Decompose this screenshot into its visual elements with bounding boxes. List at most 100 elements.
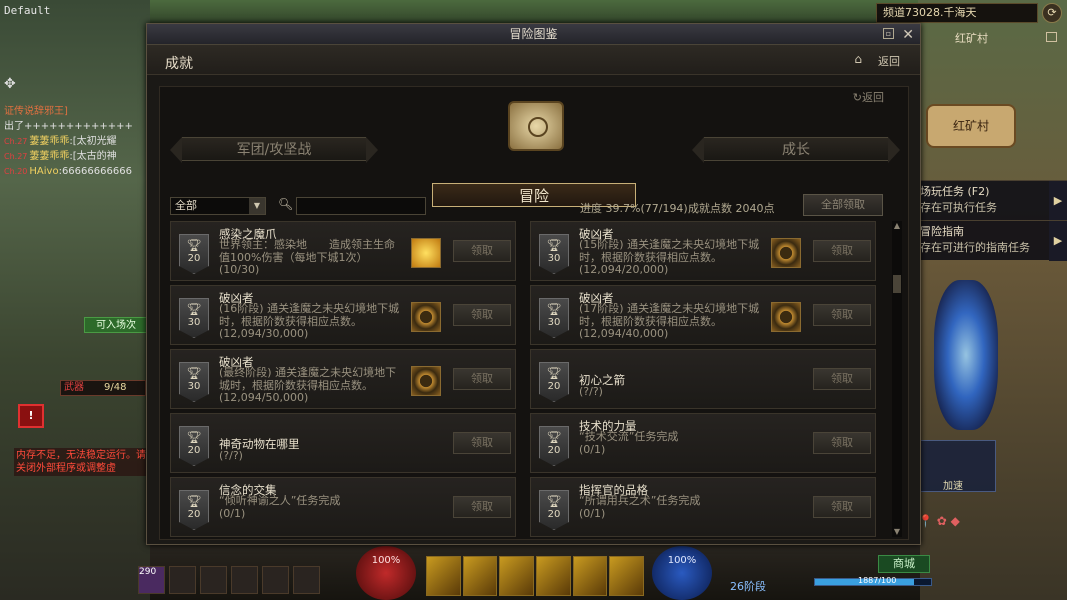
inner-back-button[interactable]: ↻返回 xyxy=(853,89,884,105)
progress-value: 39.7%(77/194) xyxy=(605,202,688,215)
skill-bar[interactable] xyxy=(426,556,645,596)
shop-button[interactable]: 商城 xyxy=(878,555,930,573)
scroll-thumb[interactable] xyxy=(893,275,901,293)
claim-button[interactable]: 领取 xyxy=(813,240,871,262)
chat-sender[interactable]: HAivo xyxy=(29,166,58,177)
achievement-progress: (12,094/20,000) xyxy=(579,263,669,276)
achievement-progress: (12,094/40,000) xyxy=(579,327,669,340)
cup-icon: 🏆︎ xyxy=(186,366,202,380)
category-select[interactable]: 全部 ▼ xyxy=(170,197,266,215)
skill-slot[interactable] xyxy=(609,556,645,596)
potion-slot[interactable] xyxy=(293,566,320,594)
channel-switch-icon[interactable]: ⟳ xyxy=(1042,3,1062,23)
potion-slot[interactable] xyxy=(169,566,196,594)
chat-message: Ch.20 HAivo:66666666666 xyxy=(4,164,148,179)
claim-button[interactable]: 领取 xyxy=(453,304,511,326)
achievement-desc: “所谓用兵之术”任务完成 (0/1) xyxy=(579,494,765,520)
chevron-down-icon[interactable]: ▼ xyxy=(249,198,265,214)
minimap-toggle-icon[interactable] xyxy=(1046,32,1057,42)
cup-icon: 🏆︎ xyxy=(546,366,562,380)
item-quickbar[interactable]: 290 xyxy=(138,566,320,596)
potion-slot[interactable] xyxy=(262,566,289,594)
reward-emblem-icon[interactable] xyxy=(771,302,801,332)
channel-tag: Ch.27 xyxy=(4,137,28,146)
claim-button[interactable]: 领取 xyxy=(453,368,511,390)
achievement-card: 🏆︎ 20 指挥官的品格 “所谓用兵之术”任务完成 (0/1) 领取 xyxy=(530,477,876,537)
trophy-icon: 🏆︎ 30 xyxy=(179,362,209,402)
enter-count-button[interactable]: 可入场次 xyxy=(84,317,148,333)
claim-button[interactable]: 领取 xyxy=(453,432,511,454)
reward-emblem-icon[interactable] xyxy=(411,302,441,332)
close-icon[interactable]: ✕ xyxy=(902,25,914,45)
claim-button[interactable]: 领取 xyxy=(813,432,871,454)
claim-all-button[interactable]: 全部领取 xyxy=(803,194,883,216)
progress-text: 进度 39.7%(77/194) xyxy=(580,200,688,216)
achievement-desc: “倾听神谕之人”任务完成 (0/1) xyxy=(219,494,405,520)
filter-row: 全部 ▼ 🔍︎ 进度 39.7%(77/194) 成就点数 2040点 全部领取 xyxy=(170,194,900,219)
hp-orb: 100% xyxy=(356,546,416,600)
claim-button[interactable]: 领取 xyxy=(813,368,871,390)
achievement-card: 🏆︎ 30 破凶者 (17阶段) 通关逢魔之未央幻境地下城时，根据阶数获得相应点数。(… xyxy=(530,285,876,345)
scroll-down-icon[interactable]: ▼ xyxy=(892,527,902,537)
back-button[interactable]: 返回 xyxy=(878,53,900,69)
achievement-points: 30 xyxy=(547,253,561,264)
quick-icons-panel[interactable]: 加速 xyxy=(918,440,996,492)
search-input[interactable] xyxy=(296,197,426,215)
channel-tag: Ch.27 xyxy=(4,152,28,161)
chat-message: Ch.27 萋萋乖乖:[太初光耀 xyxy=(4,134,148,149)
claim-button[interactable]: 领取 xyxy=(813,496,871,518)
skill-slot[interactable] xyxy=(572,556,608,596)
minimap-location[interactable]: 红矿村 xyxy=(926,104,1016,148)
skill-slot[interactable] xyxy=(426,556,461,596)
expand-arrow-icon[interactable]: ▶ xyxy=(1049,181,1067,221)
minimize-icon[interactable]: ▫ xyxy=(883,28,894,39)
skill-slot[interactable] xyxy=(536,556,571,596)
quest-tracker-2[interactable]: 冒险指南 存在可进行的指南任务 ▶ xyxy=(918,220,1067,261)
potion-slot[interactable] xyxy=(231,566,258,594)
home-icon[interactable]: ⌂ xyxy=(854,52,862,66)
achievement-points: 20 xyxy=(187,509,201,520)
reward-gold-icon[interactable] xyxy=(411,238,441,268)
channel-display[interactable]: 频道73028.千海天 xyxy=(876,3,1038,23)
chat-message: Ch.27 萋萋乖乖:[太古的神 xyxy=(4,149,148,164)
trophy-icon: 🏆︎ 30 xyxy=(539,298,569,338)
scrollbar[interactable]: ▲ ▼ xyxy=(892,221,902,537)
skill-slot[interactable] xyxy=(462,556,498,596)
tab-growth[interactable]: 成长 xyxy=(692,137,900,163)
item-level-badge[interactable]: 290 xyxy=(138,566,165,594)
expand-arrow-icon[interactable]: ▶ xyxy=(1049,221,1067,261)
claim-button[interactable]: 领取 xyxy=(813,304,871,326)
reward-emblem-icon[interactable] xyxy=(411,366,441,396)
claim-button[interactable]: 领取 xyxy=(453,240,511,262)
achievement-progress: (?/?) xyxy=(579,385,603,398)
quick-icons-row[interactable]: 📍 ✿ ◆ xyxy=(918,514,996,538)
window-titlebar[interactable]: 冒险图鉴 ▫ ✕ xyxy=(147,24,920,45)
achievement-card: 🏆︎ 20 信念的交集 “倾听神谕之人”任务完成 (0/1) 领取 xyxy=(170,477,516,537)
scene-left xyxy=(0,0,150,600)
achievement-desc-text: “所谓用兵之术”任务完成 xyxy=(579,494,701,507)
achievement-card: 🏆︎ 20 技术的力量 “技术交流”任务完成 (0/1) 领取 xyxy=(530,413,876,473)
window-title: 冒险图鉴 xyxy=(509,27,558,41)
tab-legion[interactable]: 军团/攻坚战 xyxy=(170,137,378,163)
potion-slot[interactable] xyxy=(200,566,227,594)
cup-icon: 🏆︎ xyxy=(186,430,202,444)
achievement-desc: 世界领主：感染地 造成领主生命值100%伤害（每地下城1次） (10/30) xyxy=(219,238,405,277)
chat-sender[interactable]: 萋萋乖乖 xyxy=(29,136,69,147)
skill-slot[interactable] xyxy=(499,556,535,596)
cup-icon: 🏆︎ xyxy=(546,494,562,508)
section-header: 成就 ⌂ 返回 xyxy=(147,45,920,75)
trophy-icon: 🏆︎ 20 xyxy=(539,490,569,530)
quest-tracker-sub: 存在可执行任务 xyxy=(920,201,997,214)
achievement-progress: (0/1) xyxy=(219,506,246,520)
chat-log: 证传说辞邪王] 出了+++++++++++++ Ch.27 萋萋乖乖:[太初光耀 Ch.… xyxy=(4,104,148,179)
claim-button[interactable]: 领取 xyxy=(453,496,511,518)
achievement-desc-text: (16阶段) 通关逢魔之未央幻境地下城时，根据阶数获得相应点数。 xyxy=(219,302,400,328)
achievement-grid: 🏆︎ 20 感染之魔爪 世界领主：感染地 造成领主生命值100%伤害（每地下城1次）(… xyxy=(170,221,888,537)
move-icon[interactable]: ✥ xyxy=(4,76,16,92)
scroll-up-icon[interactable]: ▲ xyxy=(892,221,902,231)
chat-sender[interactable]: 萋萋乖乖 xyxy=(29,151,69,162)
reward-emblem-icon[interactable] xyxy=(771,238,801,268)
quest-tracker-1[interactable]: 场玩任务 (F2) 存在可执行任务 ▶ xyxy=(918,180,1067,221)
search-icon: 🔍︎ xyxy=(278,197,294,211)
points-label: 成就点数 xyxy=(688,202,732,215)
